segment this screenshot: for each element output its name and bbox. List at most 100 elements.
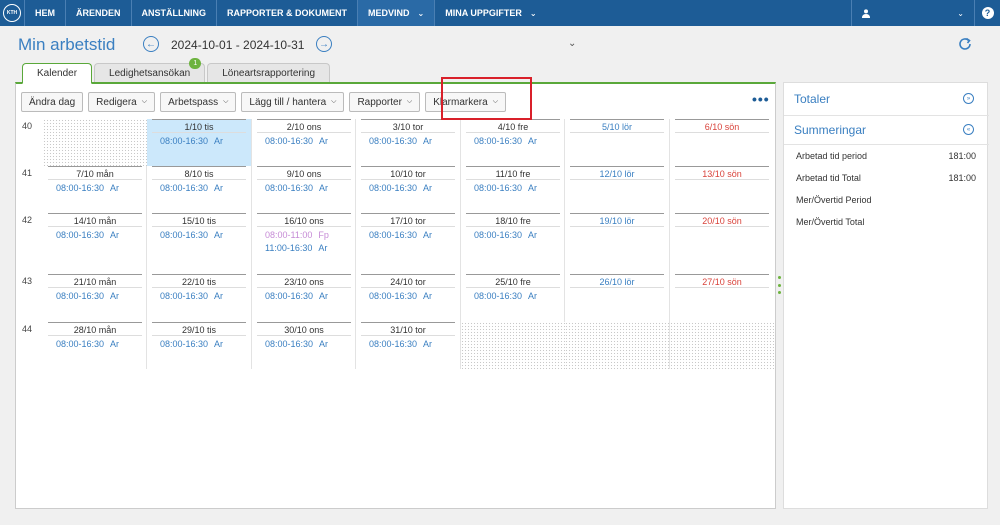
calendar-day[interactable]: 15/10 tis 08:00-16:30 Ar [147,213,251,274]
calendar-day[interactable]: 13/10 sön [670,166,774,213]
day-label: 4/10 fre [466,119,560,133]
arrow-left-icon: ← [146,38,156,50]
shift-entry[interactable]: 08:00-16:30 Ar [356,339,460,349]
day-label: 17/10 tor [361,213,455,227]
out-of-period-cell [565,322,669,369]
totaler-header[interactable]: Totaler [794,92,830,106]
chevron-down-icon: ⌄ [529,8,537,18]
nav-item-rapporter-dokument[interactable]: RAPPORTER & DOKUMENT [216,0,357,26]
calendar-day[interactable]: 26/10 lör [565,274,669,322]
day-label: 20/10 sön [675,213,769,227]
calendar-day[interactable]: 8/10 tis 08:00-16:30 Ar [147,166,251,213]
shift-entry[interactable]: 08:00-11:00 Fp [252,230,356,240]
rapporter-button[interactable]: Rapporter ⌵ [349,92,421,112]
calendar-day[interactable]: 5/10 lör [565,119,669,166]
calendar-day[interactable]: 3/10 tor 08:00-16:30 Ar [356,119,460,166]
calendar-day[interactable]: 22/10 tis 08:00-16:30 Ar [147,274,251,322]
shift-entry[interactable]: 08:00-16:30 Ar [252,183,356,193]
shift-entry[interactable]: 08:00-16:30 Ar [147,183,251,193]
redigera-button[interactable]: Redigera ⌵ [88,92,156,112]
shift-entry[interactable]: 08:00-16:30 Ar [252,339,356,349]
calendar-day[interactable]: 7/10 mån 08:00-16:30 Ar [43,166,147,213]
calendar-day[interactable]: 11/10 fre 08:00-16:30 Ar [461,166,565,213]
shift-entry[interactable]: 08:00-16:30 Ar [147,230,251,240]
tab-loneartsrapportering[interactable]: Löneartsrapportering [207,63,331,82]
date-range-dropdown-icon[interactable]: ⌄ [568,38,576,49]
shift-entry[interactable]: 08:00-16:30 Ar [461,183,565,193]
summary-row: Arbetad tid Total 181:00 [796,173,976,183]
shift-code: Ar [214,339,224,349]
nav-item-anstallning[interactable]: ANSTÄLLNING [130,0,217,26]
shift-time: 08:00-16:30 [369,339,418,349]
day-label: 29/10 tis [152,322,246,336]
calendar-day[interactable]: 25/10 fre 08:00-16:30 Ar [461,274,565,322]
calendar-day[interactable]: 18/10 fre 08:00-16:30 Ar [461,213,565,274]
shift-entry[interactable]: 08:00-16:30 Ar [356,230,460,240]
calendar-day[interactable]: 24/10 tor 08:00-16:30 Ar [356,274,460,322]
shift-code: Ar [319,339,329,349]
shift-entry[interactable]: 08:00-16:30 Ar [147,291,251,301]
nav-item-mina-uppgifter[interactable]: MINA UPPGIFTER ⌄ [434,0,546,26]
calendar-day[interactable]: 9/10 ons 08:00-16:30 Ar [252,166,356,213]
lagg-till-hantera-button[interactable]: Lägg till / hantera ⌵ [241,92,345,112]
calendar-day[interactable]: 4/10 fre 08:00-16:30 Ar [461,119,565,166]
calendar-day[interactable]: 2/10 ons 08:00-16:30 Ar [252,119,356,166]
shift-entry[interactable]: 08:00-16:30 Ar [252,291,356,301]
calendar-day[interactable]: 29/10 tis 08:00-16:30 Ar [147,322,251,369]
shift-code: Ar [110,339,120,349]
andra-dag-button[interactable]: Ändra dag [21,92,84,112]
calendar-day[interactable]: 23/10 ons 08:00-16:30 Ar [252,274,356,322]
panel-splitter-handle[interactable] [778,276,781,294]
more-options-icon[interactable]: ••• [752,92,770,106]
nav-item-arenden[interactable]: ÄRENDEN [65,0,131,26]
shift-entry[interactable]: 08:00-16:30 Ar [356,136,460,146]
calendar-day[interactable]: 19/10 lör [565,213,669,274]
previous-period-button[interactable]: ← [143,36,159,52]
calendar-day[interactable]: 20/10 sön [670,213,774,274]
shift-entry[interactable]: 08:00-16:30 Ar [461,291,565,301]
shift-entry[interactable]: 08:00-16:30 Ar [43,183,147,193]
day-label: 21/10 mån [48,274,142,288]
shift-time: 08:00-16:30 [369,230,418,240]
nav-item-medvind[interactable]: MEDVIND ⌄ [357,0,435,26]
shift-code: Ar [110,230,120,240]
shift-entry[interactable]: 08:00-16:30 Ar [356,183,460,193]
shift-entry[interactable]: 08:00-16:30 Ar [461,230,565,240]
calendar-day[interactable]: 31/10 tor 08:00-16:30 Ar [356,322,460,369]
shift-entry[interactable]: 08:00-16:30 Ar [461,136,565,146]
shift-entry[interactable]: 08:00-16:30 Ar [252,136,356,146]
calendar-day[interactable]: 21/10 mån 08:00-16:30 Ar [43,274,147,322]
shift-entry[interactable]: 11:00-16:30 Ar [252,243,356,253]
tab-ledighetsansokan[interactable]: Ledighetsansökan 1 [94,58,206,82]
day-label: 6/10 sön [675,119,769,133]
shift-entry[interactable]: 08:00-16:30 Ar [147,339,251,349]
calendar-day[interactable]: 1/10 tis 08:00-16:30 Ar [147,119,251,166]
shift-entry[interactable]: 08:00-16:30 Ar [147,136,251,146]
calendar-day[interactable]: 16/10 ons 08:00-11:00 Fp 11:00-16:30 Ar [252,213,356,274]
refresh-icon[interactable] [957,36,973,52]
calendar-day[interactable]: 6/10 sön [670,119,774,166]
shift-entry[interactable]: 08:00-16:30 Ar [43,230,147,240]
shift-entry[interactable]: 08:00-16:30 Ar [43,291,147,301]
expand-icon[interactable]: » [963,93,974,104]
tab-kalender[interactable]: Kalender [22,63,93,84]
calendar-day[interactable]: 14/10 mån 08:00-16:30 Ar [43,213,147,274]
shift-code: Ar [528,183,538,193]
user-menu[interactable]: ⌄ [851,0,974,26]
calendar-day[interactable]: 10/10 tor 08:00-16:30 Ar [356,166,460,213]
help-button[interactable]: ? [974,0,1000,26]
calendar-day[interactable]: 17/10 tor 08:00-16:30 Ar [356,213,460,274]
calendar-day[interactable]: 27/10 sön [670,274,774,322]
collapse-icon[interactable]: « [963,124,974,135]
shift-time: 08:00-16:30 [160,230,209,240]
arbetspass-button[interactable]: Arbetspass ⌵ [160,92,237,112]
shift-entry[interactable]: 08:00-16:30 Ar [356,291,460,301]
nav-item-hem[interactable]: HEM [24,0,65,26]
next-period-button[interactable]: → [316,36,332,52]
summeringar-header[interactable]: Summeringar [794,123,866,137]
calendar-day[interactable]: 30/10 ons 08:00-16:30 Ar [252,322,356,369]
kth-logo[interactable]: KTH [0,0,24,26]
calendar-day[interactable]: 28/10 mån 08:00-16:30 Ar [43,322,147,369]
calendar-day[interactable]: 12/10 lör [565,166,669,213]
shift-entry[interactable]: 08:00-16:30 Ar [43,339,147,349]
